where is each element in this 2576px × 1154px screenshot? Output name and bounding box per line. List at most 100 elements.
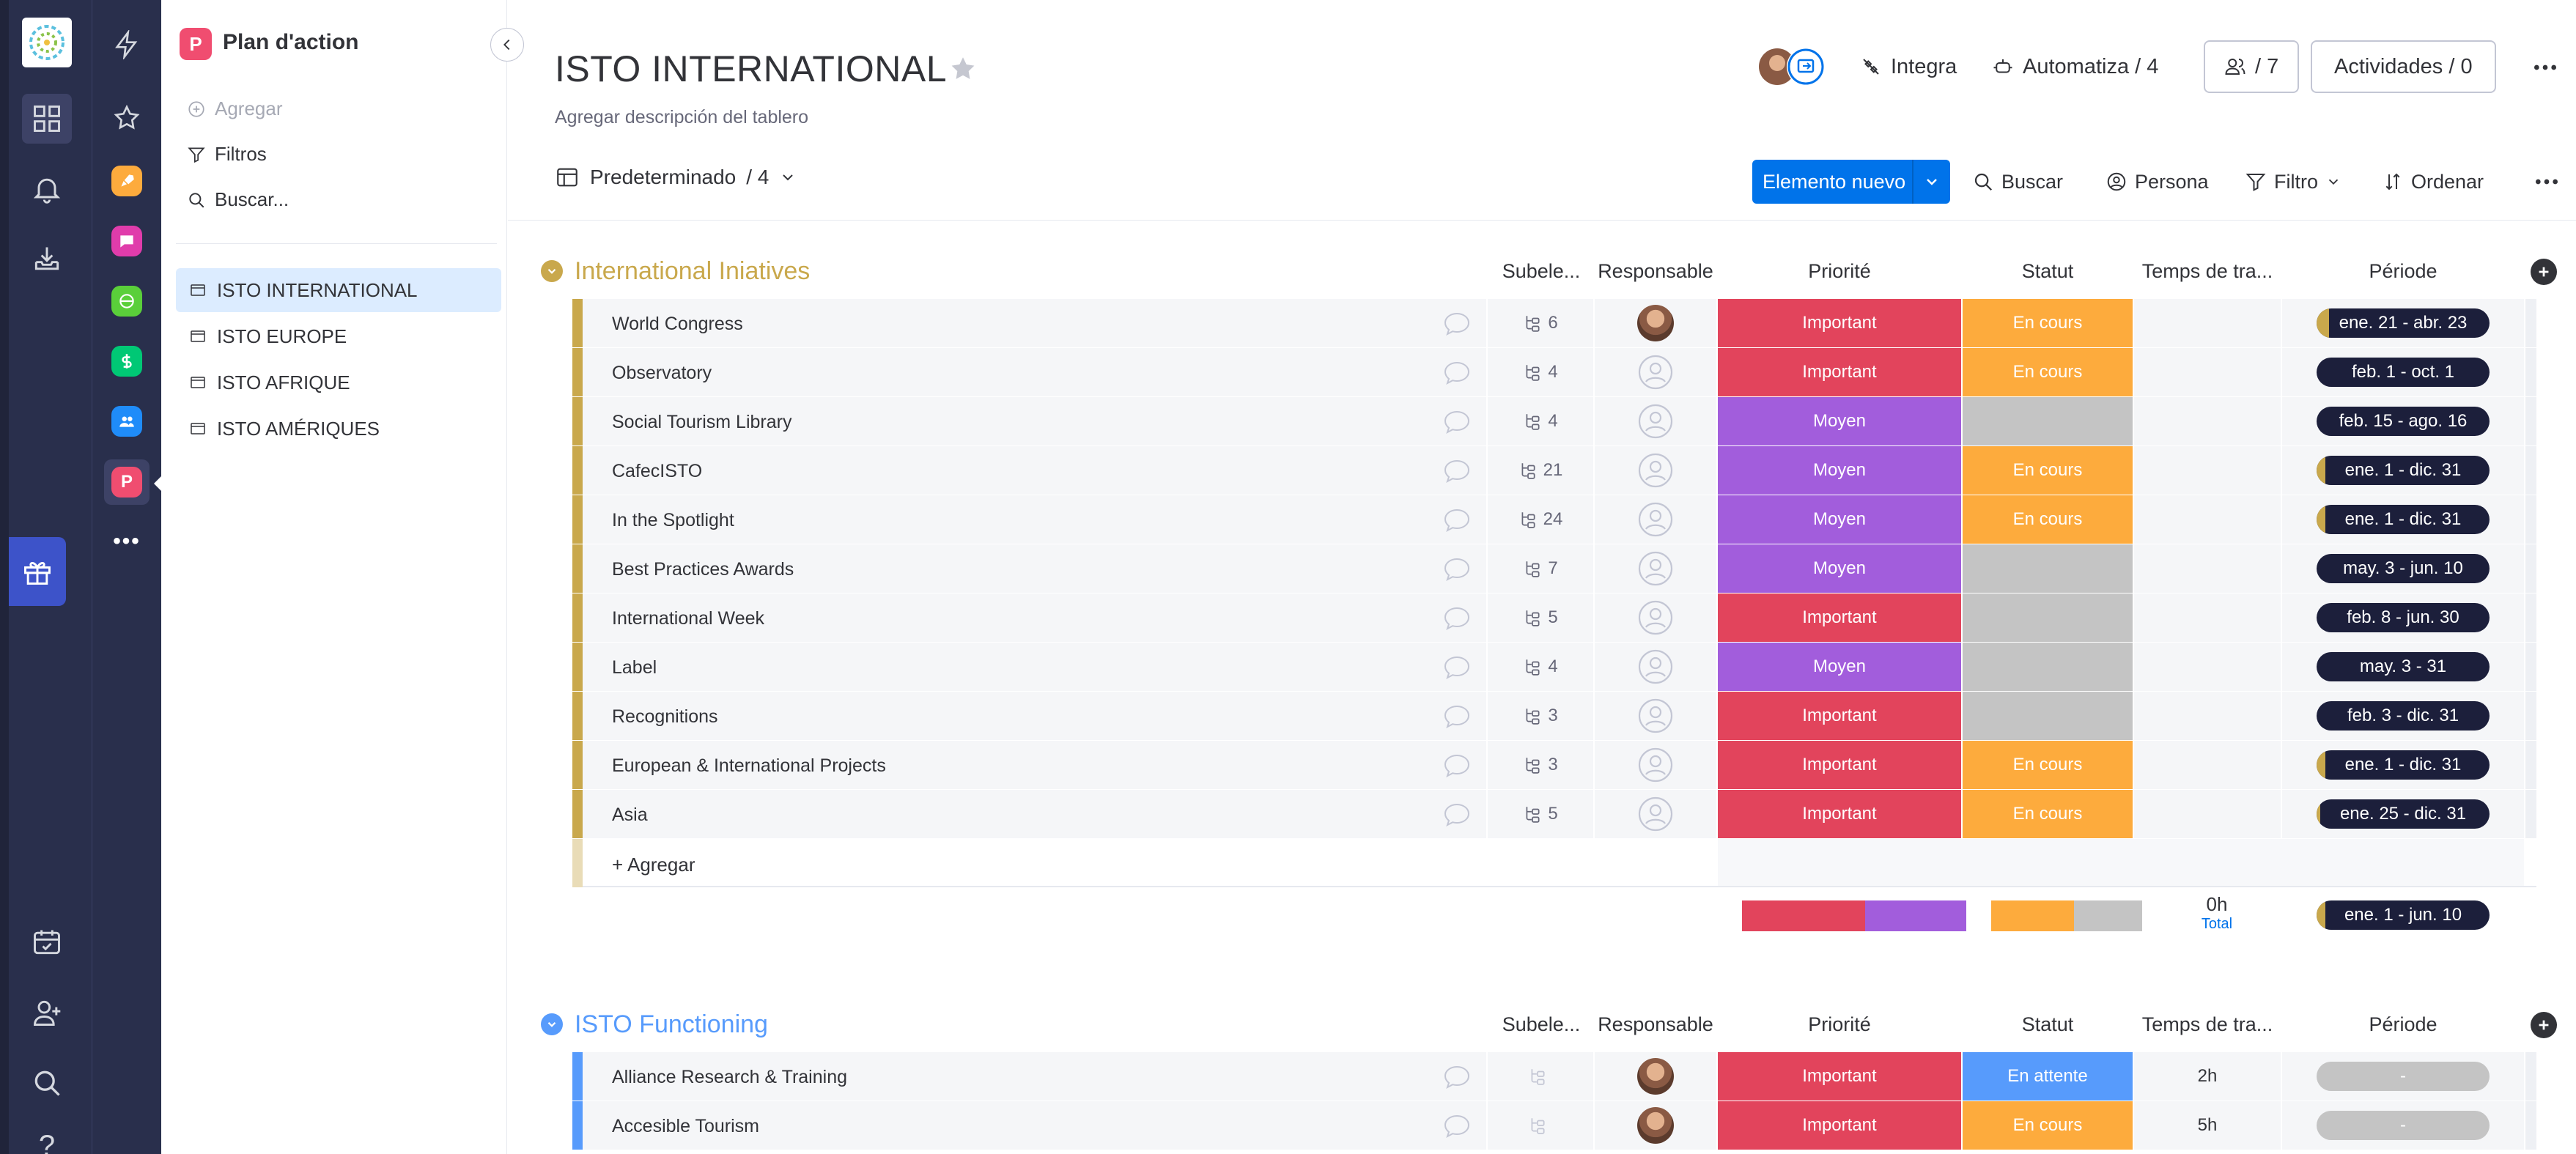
item-name[interactable]: European & International Projects xyxy=(612,755,886,777)
subitems-cell[interactable] xyxy=(1488,1052,1593,1101)
item-name[interactable]: Accesible Tourism xyxy=(612,1116,759,1137)
item-name[interactable]: CafecISTO xyxy=(612,461,702,482)
item-name[interactable]: Alliance Research & Training xyxy=(612,1067,847,1088)
item-name[interactable]: International Week xyxy=(612,608,764,629)
empty-person-icon[interactable] xyxy=(1637,501,1674,538)
owner-cell[interactable] xyxy=(1595,593,1716,642)
empty-person-icon[interactable] xyxy=(1637,403,1674,440)
table-row[interactable]: Social Tourism Library 4 Moyen feb. 15 - ag… xyxy=(572,397,2536,445)
table-row[interactable]: Best Practices Awards 7 Moyen may. 3 - jun.… xyxy=(572,544,2536,593)
item-name-cell[interactable]: International Week xyxy=(583,593,1486,642)
subitems-cell[interactable]: 24 xyxy=(1488,495,1593,544)
time-tracking-cell[interactable] xyxy=(2134,348,2281,396)
item-name-cell[interactable]: World Congress xyxy=(583,299,1486,347)
priority-cell[interactable]: Moyen xyxy=(1718,544,1961,593)
column-header-time[interactable]: Temps de tra... xyxy=(2134,1013,2281,1036)
activities-button[interactable]: Actividades / 0 xyxy=(2311,40,2496,93)
owner-cell[interactable] xyxy=(1595,446,1716,495)
app-dollar-icon[interactable] xyxy=(111,346,142,377)
add-item-row[interactable]: + Agregar xyxy=(572,839,2536,887)
time-tracking-cell[interactable] xyxy=(2134,692,2281,740)
priority-cell[interactable]: Moyen xyxy=(1718,495,1961,544)
sort-button[interactable]: Ordenar xyxy=(2382,160,2484,204)
column-header-status[interactable]: Statut xyxy=(1963,260,2133,283)
table-row[interactable]: World Congress 6 Important En cours ene. 21 … xyxy=(572,299,2536,347)
owner-cell[interactable] xyxy=(1595,348,1716,396)
board-title[interactable]: ISTO INTERNATIONAL xyxy=(555,48,947,90)
time-tracking-cell[interactable] xyxy=(2134,741,2281,789)
filter-button[interactable]: Filtro xyxy=(2245,160,2341,204)
status-cell[interactable]: En cours xyxy=(1963,1101,2133,1150)
period-cell[interactable]: ene. 25 - dic. 31 xyxy=(2282,790,2524,838)
item-name-cell[interactable]: Observatory xyxy=(583,348,1486,396)
subitems-cell[interactable] xyxy=(1488,1101,1593,1150)
app-launch-icon[interactable] xyxy=(111,166,142,196)
comment-icon[interactable] xyxy=(1442,358,1472,388)
status-cell[interactable]: En attente xyxy=(1963,1052,2133,1101)
owner-cell[interactable] xyxy=(1595,495,1716,544)
board-more-icon[interactable] xyxy=(2531,53,2560,82)
comment-icon[interactable] xyxy=(1442,800,1472,829)
priority-cell[interactable]: Important xyxy=(1718,348,1961,396)
toolbar-more-icon[interactable] xyxy=(2532,167,2561,196)
comment-icon[interactable] xyxy=(1442,555,1472,584)
board-members-avatars[interactable] xyxy=(1756,45,1829,88)
add-item-label[interactable]: + Agregar xyxy=(612,854,695,876)
calendar-check-icon[interactable] xyxy=(22,917,72,967)
add-column-button[interactable] xyxy=(2531,259,2557,285)
empty-person-icon[interactable] xyxy=(1637,698,1674,734)
table-row[interactable]: Asia 5 Important En cours ene. 25 - dic. 31 xyxy=(572,790,2536,838)
group-header[interactable]: ISTO Functioning xyxy=(541,1006,768,1043)
favorite-star-icon[interactable] xyxy=(948,53,978,84)
time-tracking-cell[interactable] xyxy=(2134,643,2281,691)
inbox-icon[interactable] xyxy=(22,234,72,284)
owner-cell[interactable] xyxy=(1595,790,1716,838)
empty-person-icon[interactable] xyxy=(1637,550,1674,587)
empty-person-icon[interactable] xyxy=(1637,796,1674,832)
add-column-button[interactable] xyxy=(2531,1012,2557,1038)
comment-icon[interactable] xyxy=(1442,653,1472,682)
priority-cell[interactable]: Important xyxy=(1718,593,1961,642)
period-cell[interactable]: feb. 3 - dic. 31 xyxy=(2282,692,2524,740)
column-header-owner[interactable]: Responsable xyxy=(1595,1013,1716,1036)
subitems-cell[interactable]: 6 xyxy=(1488,299,1593,347)
table-row[interactable]: Accesible Tourism Important En cours 5h - xyxy=(572,1101,2536,1150)
table-row[interactable]: CafecISTO 21 Moyen En cours ene. 1 - dic. 31 xyxy=(572,446,2536,495)
column-header-priority[interactable]: Priorité xyxy=(1718,260,1961,283)
period-cell[interactable]: ene. 1 - dic. 31 xyxy=(2282,741,2524,789)
status-cell[interactable] xyxy=(1963,643,2133,691)
column-header-period[interactable]: Période xyxy=(2282,1013,2524,1036)
time-tracking-cell[interactable] xyxy=(2134,299,2281,347)
time-tracking-cell[interactable] xyxy=(2134,593,2281,642)
owner-cell[interactable] xyxy=(1595,692,1716,740)
comment-icon[interactable] xyxy=(1442,506,1472,535)
item-name-cell[interactable]: European & International Projects xyxy=(583,741,1486,789)
priority-cell[interactable]: Important xyxy=(1718,790,1961,838)
app-plan-action-badge[interactable]: P xyxy=(111,467,142,498)
item-name-cell[interactable]: Alliance Research & Training xyxy=(583,1052,1486,1101)
period-cell[interactable]: - xyxy=(2282,1052,2524,1101)
status-cell[interactable]: En cours xyxy=(1963,495,2133,544)
item-name-cell[interactable]: Best Practices Awards xyxy=(583,544,1486,593)
period-cell[interactable]: feb. 15 - ago. 16 xyxy=(2282,397,2524,445)
group-collapse-toggle[interactable] xyxy=(541,260,563,282)
subitems-cell[interactable]: 4 xyxy=(1488,643,1593,691)
help-icon[interactable]: ? xyxy=(22,1121,72,1154)
table-row[interactable]: Recognitions 3 Important feb. 3 - dic. 31 xyxy=(572,692,2536,740)
column-header-owner[interactable]: Responsable xyxy=(1595,260,1716,283)
column-header-priority[interactable]: Priorité xyxy=(1718,1013,1961,1036)
item-name-cell[interactable]: Label xyxy=(583,643,1486,691)
grid-icon[interactable] xyxy=(22,94,72,144)
owner-avatar[interactable] xyxy=(1637,1058,1674,1095)
period-cell[interactable]: ene. 1 - dic. 31 xyxy=(2282,495,2524,544)
status-cell[interactable] xyxy=(1963,544,2133,593)
new-item-dropdown[interactable] xyxy=(1912,160,1950,204)
comment-icon[interactable] xyxy=(1442,604,1472,633)
item-name-cell[interactable]: Recognitions xyxy=(583,692,1486,740)
status-cell[interactable]: En cours xyxy=(1963,348,2133,396)
owner-cell[interactable] xyxy=(1595,741,1716,789)
item-name[interactable]: Best Practices Awards xyxy=(612,559,794,580)
subitems-cell[interactable]: 5 xyxy=(1488,593,1593,642)
add-board-button[interactable]: Agregar xyxy=(187,97,283,120)
members-button[interactable]: / 7 xyxy=(2204,40,2300,93)
